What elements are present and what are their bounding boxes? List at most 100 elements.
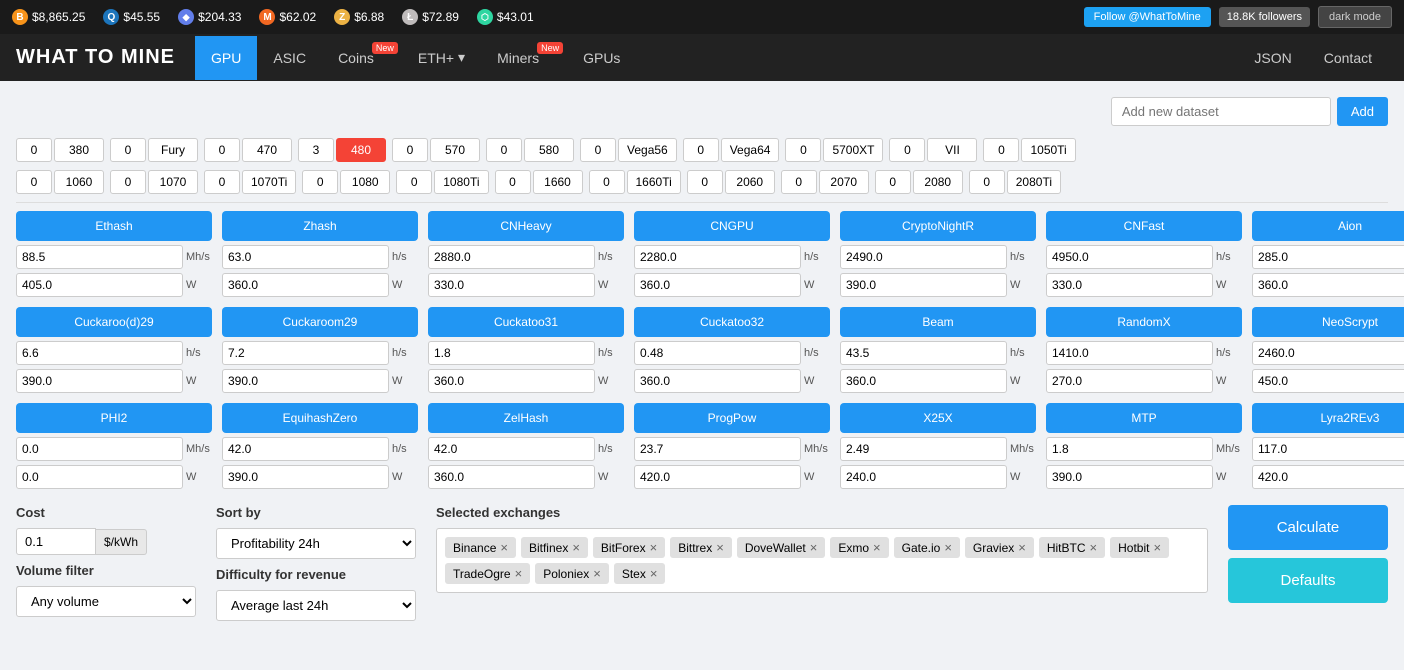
algo-button-cryptonightr[interactable]: CryptoNightR xyxy=(840,211,1036,241)
algo-hashrate-input[interactable] xyxy=(634,245,801,269)
gpu-count-input[interactable] xyxy=(396,170,432,194)
algo-hashrate-input[interactable] xyxy=(1046,437,1213,461)
algo-button-cuckaroom29[interactable]: Cuckaroom29 xyxy=(222,307,418,337)
gpu-label[interactable]: 2070 xyxy=(819,170,869,194)
exchange-tag-remove[interactable]: × xyxy=(593,566,601,581)
gpu-label[interactable]: VII xyxy=(927,138,977,162)
exchange-tag-remove[interactable]: × xyxy=(1090,540,1098,555)
algo-hashrate-input[interactable] xyxy=(634,341,801,365)
exchange-tag-remove[interactable]: × xyxy=(515,566,523,581)
gpu-count-input[interactable] xyxy=(889,138,925,162)
gpu-label[interactable]: 2080Ti xyxy=(1007,170,1061,194)
algo-power-input[interactable] xyxy=(1046,465,1213,489)
gpu-label[interactable]: 380 xyxy=(54,138,104,162)
algo-hashrate-input[interactable] xyxy=(1252,245,1404,269)
gpu-count-input[interactable] xyxy=(392,138,428,162)
algo-power-input[interactable] xyxy=(222,465,389,489)
exchange-tag-remove[interactable]: × xyxy=(873,540,881,555)
algo-power-input[interactable] xyxy=(634,465,801,489)
gpu-label[interactable]: 470 xyxy=(242,138,292,162)
nav-item-json[interactable]: JSON xyxy=(1238,36,1307,80)
nav-item-miners[interactable]: Miners New xyxy=(481,36,567,80)
gpu-label[interactable]: 1070Ti xyxy=(242,170,296,194)
gpu-label[interactable]: 1080 xyxy=(340,170,390,194)
algo-button-randomx[interactable]: RandomX xyxy=(1046,307,1242,337)
algo-hashrate-input[interactable] xyxy=(16,245,183,269)
algo-hashrate-input[interactable] xyxy=(634,437,801,461)
gpu-label[interactable]: 1070 xyxy=(148,170,198,194)
algo-button-cuckarood29[interactable]: Cuckaroo(d)29 xyxy=(16,307,212,337)
algo-button-aion[interactable]: Aion xyxy=(1252,211,1404,241)
algo-hashrate-input[interactable] xyxy=(16,437,183,461)
algo-hashrate-input[interactable] xyxy=(222,245,389,269)
gpu-label[interactable]: 570 xyxy=(430,138,480,162)
algo-button-zhash[interactable]: Zhash xyxy=(222,211,418,241)
gpu-label[interactable]: Fury xyxy=(148,138,198,162)
gpu-count-input[interactable] xyxy=(969,170,1005,194)
algo-hashrate-input[interactable] xyxy=(222,341,389,365)
add-dataset-button[interactable]: Add xyxy=(1337,97,1388,126)
algo-power-input[interactable] xyxy=(428,369,595,393)
gpu-count-input[interactable] xyxy=(302,170,338,194)
algo-button-cngpu[interactable]: CNGPU xyxy=(634,211,830,241)
gpu-count-input[interactable] xyxy=(589,170,625,194)
algo-hashrate-input[interactable] xyxy=(222,437,389,461)
gpu-label[interactable]: 5700XT xyxy=(823,138,883,162)
gpu-count-input[interactable] xyxy=(204,138,240,162)
gpu-count-input[interactable] xyxy=(16,170,52,194)
algo-button-equihashzero[interactable]: EquihashZero xyxy=(222,403,418,433)
gpu-count-input[interactable] xyxy=(204,170,240,194)
algo-hashrate-input[interactable] xyxy=(840,245,1007,269)
gpu-label[interactable]: 1660Ti xyxy=(627,170,681,194)
nav-item-ethplus[interactable]: ETH+ ▾ xyxy=(402,35,481,80)
add-dataset-input[interactable] xyxy=(1111,97,1331,126)
calculate-button[interactable]: Calculate xyxy=(1228,505,1388,550)
difficulty-select[interactable]: Average last 24h xyxy=(216,590,416,621)
algo-hashrate-input[interactable] xyxy=(428,437,595,461)
cost-input[interactable] xyxy=(16,528,96,555)
algo-hashrate-input[interactable] xyxy=(1252,341,1404,365)
algo-button-lyra2rev3[interactable]: Lyra2REv3 xyxy=(1252,403,1404,433)
exchange-tag-remove[interactable]: × xyxy=(1153,540,1161,555)
exchange-tag-remove[interactable]: × xyxy=(810,540,818,555)
algo-button-cnfast[interactable]: CNFast xyxy=(1046,211,1242,241)
gpu-count-input[interactable] xyxy=(110,170,146,194)
nav-item-contact[interactable]: Contact xyxy=(1308,36,1388,80)
algo-button-ethash[interactable]: Ethash xyxy=(16,211,212,241)
algo-power-input[interactable] xyxy=(634,273,801,297)
gpu-count-input[interactable] xyxy=(687,170,723,194)
algo-button-cnheavy[interactable]: CNHeavy xyxy=(428,211,624,241)
algo-hashrate-input[interactable] xyxy=(1046,245,1213,269)
nav-item-gpus[interactable]: GPUs xyxy=(567,36,636,80)
algo-button-cuckatoo31[interactable]: Cuckatoo31 xyxy=(428,307,624,337)
volume-select[interactable]: Any volume xyxy=(16,586,196,617)
gpu-label[interactable]: Vega56 xyxy=(618,138,677,162)
sortby-select[interactable]: Profitability 24h xyxy=(216,528,416,559)
dark-mode-button[interactable]: dark mode xyxy=(1318,6,1392,28)
algo-power-input[interactable] xyxy=(16,369,183,393)
algo-power-input[interactable] xyxy=(222,273,389,297)
algo-power-input[interactable] xyxy=(1252,273,1404,297)
algo-hashrate-input[interactable] xyxy=(428,341,595,365)
algo-power-input[interactable] xyxy=(840,273,1007,297)
gpu-count-input[interactable] xyxy=(983,138,1019,162)
algo-power-input[interactable] xyxy=(1252,465,1404,489)
gpu-label[interactable]: 1080Ti xyxy=(434,170,488,194)
algo-button-progpow[interactable]: ProgPow xyxy=(634,403,830,433)
algo-power-input[interactable] xyxy=(428,465,595,489)
algo-power-input[interactable] xyxy=(634,369,801,393)
follow-button[interactable]: Follow @WhatToMine xyxy=(1084,7,1211,27)
algo-power-input[interactable] xyxy=(16,273,183,297)
gpu-count-input[interactable] xyxy=(16,138,52,162)
exchange-tag-remove[interactable]: × xyxy=(572,540,580,555)
gpu-label[interactable]: 1660 xyxy=(533,170,583,194)
algo-power-input[interactable] xyxy=(840,369,1007,393)
defaults-button[interactable]: Defaults xyxy=(1228,558,1388,603)
gpu-label[interactable]: 1060 xyxy=(54,170,104,194)
algo-button-phi2[interactable]: PHI2 xyxy=(16,403,212,433)
nav-item-asic[interactable]: ASIC xyxy=(257,36,322,80)
algo-hashrate-input[interactable] xyxy=(428,245,595,269)
gpu-count-input[interactable] xyxy=(298,138,334,162)
algo-power-input[interactable] xyxy=(16,465,183,489)
algo-hashrate-input[interactable] xyxy=(840,341,1007,365)
